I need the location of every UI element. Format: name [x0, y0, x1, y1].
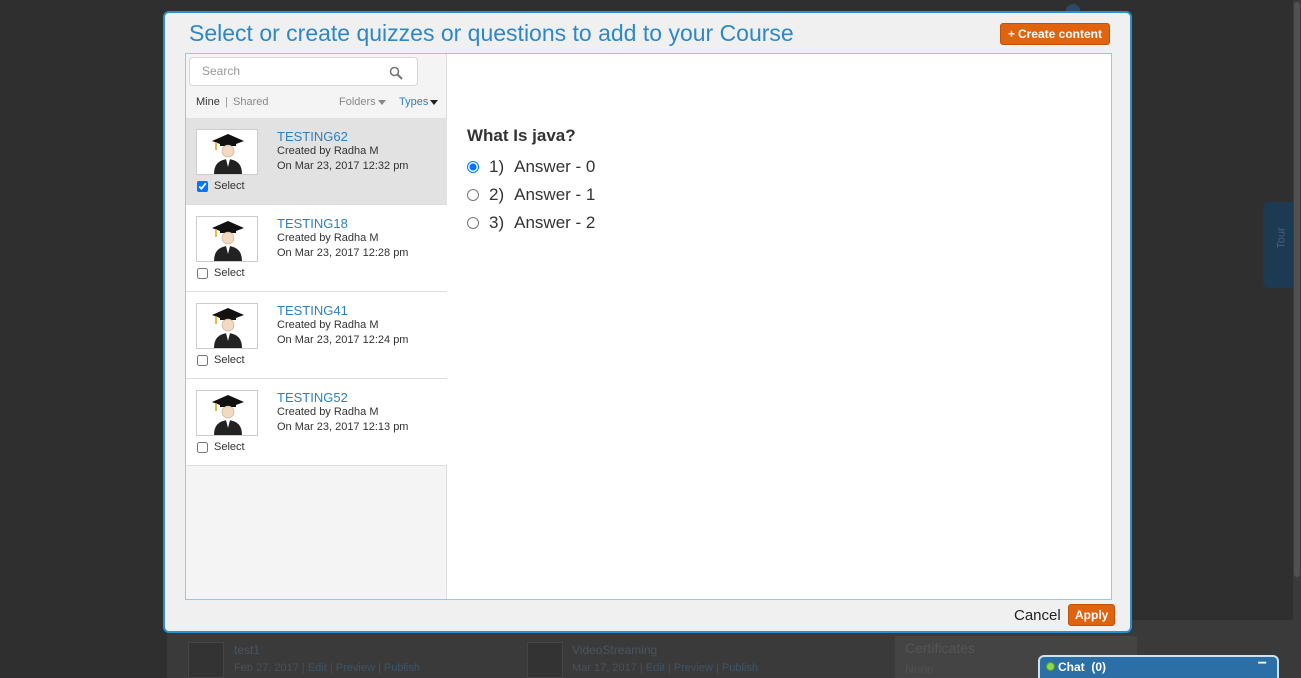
select-label: Select [214, 267, 245, 280]
chevron-down-icon [430, 99, 439, 105]
select-row[interactable]: Select [197, 441, 245, 453]
types-label: Types [399, 96, 429, 108]
content-list-panel: Mine | Shared Folders Types [186, 54, 447, 599]
background-item-title: VideoStreaming [572, 643, 658, 657]
background-preview-link[interactable]: Preview [336, 662, 375, 674]
tour-tab[interactable]: Tour [1263, 202, 1293, 288]
answer-radio[interactable] [467, 161, 479, 173]
list-item[interactable]: TESTING41 Created by Radha M On Mar 23, … [186, 292, 447, 379]
background-item-date: Mar 17, 2017 [572, 662, 637, 674]
select-label: Select [214, 354, 245, 367]
answer-label: Answer - 0 [514, 157, 596, 176]
content-picker-modal: Select or create quizzes or questions to… [163, 11, 1132, 633]
item-title[interactable]: TESTING62 [277, 129, 348, 144]
item-author: Created by Radha M [277, 232, 379, 244]
item-title[interactable]: TESTING41 [277, 303, 348, 318]
background-item-title: test1 [234, 643, 261, 657]
tab-separator: | [225, 96, 228, 108]
graduate-avatar-icon [196, 129, 258, 175]
graduate-avatar-icon [196, 303, 258, 349]
answer-number: 3) [489, 213, 505, 232]
create-content-button[interactable]: + Create content [999, 23, 1110, 45]
item-author: Created by Radha M [277, 406, 379, 418]
item-title[interactable]: TESTING18 [277, 216, 348, 231]
graduate-avatar-icon [196, 216, 258, 262]
plus-icon: + [1007, 27, 1015, 41]
chat-label: Chat (0) [1058, 660, 1106, 674]
answer-option[interactable]: 2) Answer - 1 [467, 181, 595, 209]
answer-options: 1) Answer - 0 2) Answer - 1 3) Answer - … [467, 153, 595, 237]
apply-button[interactable]: Apply [1068, 604, 1116, 626]
background-item-1: test1 Feb 27, 2017 | Edit | Preview | Pu… [234, 643, 420, 674]
answer-radio[interactable] [467, 189, 479, 201]
answer-number: 2) [489, 185, 505, 204]
answer-option[interactable]: 1) Answer - 0 [467, 153, 595, 181]
item-date: On Mar 23, 2017 12:24 pm [277, 334, 409, 346]
item-author: Created by Radha M [277, 145, 379, 157]
list-item[interactable]: TESTING62 Created by Radha M On Mar 23, … [186, 118, 447, 205]
answer-option[interactable]: 3) Answer - 2 [467, 209, 595, 237]
background-item-2: VideoStreaming Mar 17, 2017 | Edit | Pre… [572, 643, 758, 674]
background-thumbnail [188, 642, 224, 678]
types-dropdown[interactable]: Types [399, 96, 439, 108]
select-label: Select [214, 441, 245, 454]
page-scrollbar[interactable] [1293, 0, 1301, 678]
background-thumbnail [527, 642, 563, 678]
chat-widget[interactable]: Chat (0) − [1038, 655, 1279, 678]
select-row[interactable]: Select [197, 354, 245, 366]
chat-count: (0) [1091, 660, 1107, 674]
answer-label: Answer - 2 [514, 213, 596, 232]
graduate-avatar-icon [196, 390, 258, 436]
content-list: TESTING62 Created by Radha M On Mar 23, … [186, 118, 447, 466]
item-author: Created by Radha M [277, 319, 379, 331]
item-date: On Mar 23, 2017 12:32 pm [277, 160, 409, 172]
background-edit-link[interactable]: Edit [308, 662, 327, 674]
background-publish-link[interactable]: Publish [722, 662, 758, 674]
background-item-meta: Feb 27, 2017 | Edit | Preview | Publish [234, 662, 420, 674]
answer-number: 1) [489, 157, 505, 176]
list-item[interactable]: TESTING52 Created by Radha M On Mar 23, … [186, 379, 447, 466]
background-item-date: Feb 27, 2017 [234, 662, 299, 674]
scrollbar-thumb[interactable] [1294, 2, 1300, 577]
search-icon[interactable] [389, 66, 403, 80]
select-row[interactable]: Select [197, 267, 245, 279]
modal-title: Select or create quizzes or questions to… [189, 20, 794, 46]
list-item[interactable]: TESTING18 Created by Radha M On Mar 23, … [186, 205, 447, 292]
item-date: On Mar 23, 2017 12:28 pm [277, 247, 409, 259]
online-status-icon [1046, 662, 1055, 671]
tab-mine[interactable]: Mine [196, 96, 220, 108]
folders-label: Folders [339, 96, 376, 108]
tour-label: Tour [1275, 227, 1288, 249]
select-row[interactable]: Select [197, 180, 245, 192]
answer-label: Answer - 1 [514, 185, 596, 204]
item-date: On Mar 23, 2017 12:13 pm [277, 421, 409, 433]
minimize-icon[interactable]: − [1258, 655, 1267, 673]
chevron-down-icon [377, 99, 386, 105]
tab-shared[interactable]: Shared [233, 96, 268, 108]
background-preview-link[interactable]: Preview [674, 662, 713, 674]
select-checkbox[interactable] [197, 267, 208, 279]
answer-radio[interactable] [467, 217, 479, 229]
question-preview: What Is java? 1) Answer - 0 2) Answer - … [447, 54, 1111, 599]
cancel-button[interactable]: Cancel [1014, 607, 1061, 624]
background-item-meta: Mar 17, 2017 | Edit | Preview | Publish [572, 662, 758, 674]
select-checkbox[interactable] [197, 180, 208, 192]
item-title[interactable]: TESTING52 [277, 390, 348, 405]
search-input[interactable] [202, 64, 382, 78]
chat-title: Chat [1058, 660, 1085, 674]
search-box[interactable] [189, 57, 418, 86]
certificates-title: Certificates [905, 640, 976, 656]
question-text: What Is java? [467, 126, 576, 145]
create-content-label: Create content [1017, 27, 1102, 41]
select-checkbox[interactable] [197, 441, 208, 453]
folders-dropdown[interactable]: Folders [339, 96, 386, 108]
filter-bar: Mine | Shared Folders Types [186, 90, 447, 118]
background-edit-link[interactable]: Edit [646, 662, 665, 674]
content-frame: Mine | Shared Folders Types [185, 53, 1112, 600]
select-checkbox[interactable] [197, 354, 208, 366]
select-label: Select [214, 180, 245, 193]
background-publish-link[interactable]: Publish [384, 662, 420, 674]
